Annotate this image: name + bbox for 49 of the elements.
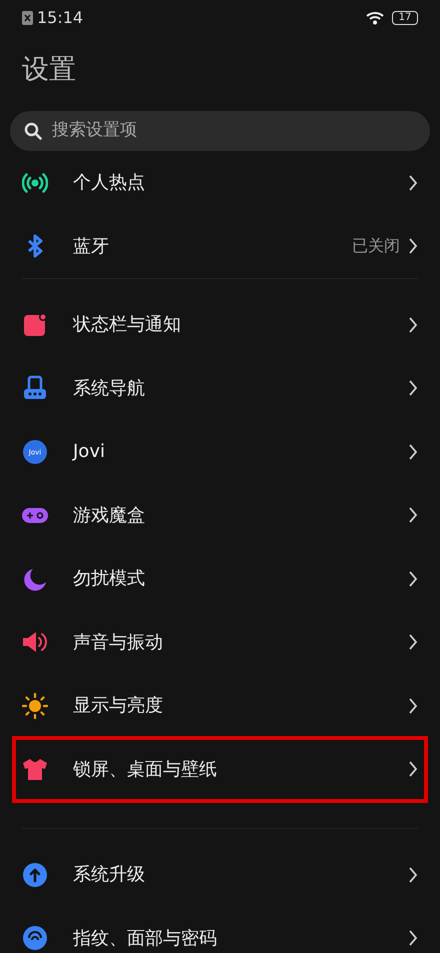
chevron-icon bbox=[408, 761, 418, 778]
shirt-icon bbox=[22, 756, 48, 782]
chevron-icon bbox=[408, 238, 418, 254]
settings-row[interactable]: 游戏魔盒 bbox=[22, 484, 418, 547]
row-label: 游戏魔盒 bbox=[73, 504, 146, 528]
chevron-icon bbox=[408, 570, 418, 587]
row-label: Jovi bbox=[73, 440, 106, 464]
sim-card-icon bbox=[22, 11, 33, 25]
settings-row[interactable]: 锁屏、桌面与壁纸 bbox=[14, 738, 426, 801]
row-label: 蓝牙 bbox=[73, 234, 110, 259]
settings-row[interactable]: 显示与亮度 bbox=[22, 674, 418, 738]
settings-row[interactable]: 蓝牙 已关闭 bbox=[22, 214, 418, 278]
settings-row[interactable]: 个人热点 bbox=[22, 151, 418, 214]
settings-row[interactable]: 系统升级 bbox=[22, 843, 418, 906]
chevron-icon bbox=[408, 174, 418, 191]
navigation-icon bbox=[22, 375, 48, 402]
row-label: 勿扰模式 bbox=[73, 567, 146, 592]
row-label: 系统升级 bbox=[73, 863, 146, 888]
settings-row[interactable]: 系统导航 bbox=[22, 356, 418, 420]
page-title: 设置 bbox=[21, 53, 77, 87]
settings-row[interactable]: 指纹、面部与密码 bbox=[22, 906, 418, 953]
chevron-icon bbox=[408, 444, 418, 460]
chevron-icon bbox=[408, 634, 418, 650]
row-value: 已关闭 bbox=[352, 235, 400, 258]
chevron-icon bbox=[408, 507, 418, 524]
row-label: 声音与振动 bbox=[73, 630, 164, 655]
settings-row[interactable]: 声音与振动 bbox=[22, 610, 418, 674]
fingerprint-icon bbox=[22, 925, 48, 952]
chevron-icon bbox=[408, 930, 418, 946]
search-icon bbox=[24, 122, 42, 140]
row-label: 状态栏与通知 bbox=[73, 313, 182, 338]
sun-icon bbox=[22, 692, 48, 719]
settings-row[interactable]: 状态栏与通知 bbox=[22, 293, 418, 356]
status-time: 15:14 bbox=[37, 7, 84, 29]
row-label: 系统导航 bbox=[73, 376, 146, 401]
row-label: 个人热点 bbox=[73, 171, 146, 196]
chevron-icon bbox=[408, 380, 418, 396]
notification-icon bbox=[22, 312, 48, 338]
chevron-icon bbox=[408, 866, 418, 883]
search-field[interactable]: 搜索设置项 bbox=[10, 111, 430, 151]
row-label: 指纹、面部与密码 bbox=[73, 926, 218, 951]
upgrade-icon bbox=[22, 862, 48, 888]
row-label: 显示与亮度 bbox=[73, 694, 164, 718]
battery-level: 17 bbox=[392, 11, 418, 25]
row-label: 锁屏、桌面与壁纸 bbox=[73, 758, 218, 782]
chevron-icon bbox=[408, 698, 418, 714]
wifi-icon bbox=[366, 11, 384, 25]
chevron-icon bbox=[408, 316, 418, 333]
settings-row[interactable]: 勿扰模式 bbox=[22, 547, 418, 610]
